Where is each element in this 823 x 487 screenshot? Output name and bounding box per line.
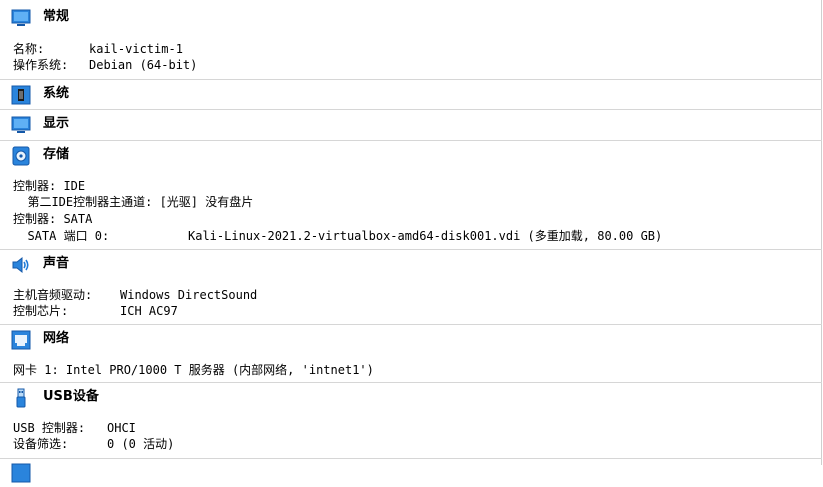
speaker-icon <box>12 256 29 274</box>
storage-ide-secondary-master: 第二IDE控制器主通道: [光驱] 没有盘片 <box>13 195 254 209</box>
section-header-next-cut[interactable] <box>0 458 822 487</box>
section-title-system: 系统 <box>43 86 70 101</box>
storage-ctrl-sata: 控制器: SATA <box>13 212 93 226</box>
usb-filter-label: 设备筛选: <box>13 437 69 451</box>
usb-filter-value: 0 (0 活动) <box>107 437 175 451</box>
general-name-label: 名称: <box>13 42 45 56</box>
network-adapter-1: 网卡 1: Intel PRO/1000 T 服务器 (内部网络, 'intne… <box>13 363 374 377</box>
usb-ctrl-value: OHCI <box>107 421 136 435</box>
audio-chip-value: ICH AC97 <box>120 304 178 318</box>
general-name-value: kail-victim-1 <box>89 42 183 56</box>
section-title-general: 常规 <box>43 9 70 24</box>
audio-driver-row: 主机音频驱动: Windows DirectSound <box>13 288 257 303</box>
section-header-general[interactable]: 常规 <box>0 3 822 32</box>
usb-ctrl-row: USB 控制器: OHCI <box>13 421 136 436</box>
section-title-audio: 声音 <box>43 256 70 271</box>
monitor-icon <box>11 9 31 26</box>
section-header-network[interactable]: 网络 <box>0 324 822 353</box>
audio-chip-label: 控制芯片: <box>13 304 69 318</box>
usb-ctrl-label: USB 控制器: <box>13 421 86 435</box>
audio-driver-label: 主机音频驱动: <box>13 288 93 302</box>
section-header-usb[interactable]: USB设备 <box>0 382 822 411</box>
section-title-storage: 存储 <box>43 147 70 162</box>
monitor-icon <box>11 116 31 133</box>
storage-sata-port-label: SATA 端口 0: <box>13 229 110 243</box>
section-title-network: 网络 <box>43 331 70 346</box>
disk-icon <box>12 146 30 166</box>
network-icon <box>11 330 31 350</box>
section-title-display: 显示 <box>43 116 70 131</box>
section-header-audio[interactable]: 声音 <box>0 249 822 278</box>
general-name-row: 名称: kail-victim-1 <box>13 42 183 57</box>
general-os-value: Debian (64-bit) <box>89 58 198 72</box>
storage-ctrl-ide: 控制器: IDE <box>13 179 86 193</box>
general-os-label: 操作系统: <box>13 58 69 72</box>
folder-icon <box>11 463 31 483</box>
usb-icon <box>16 388 26 408</box>
chip-icon <box>11 85 31 105</box>
section-header-display[interactable]: 显示 <box>0 109 822 138</box>
general-os-row: 操作系统: Debian (64-bit) <box>13 58 197 73</box>
section-header-system[interactable]: 系统 <box>0 79 822 108</box>
usb-filter-row: 设备筛选: 0 (0 活动) <box>13 437 174 452</box>
storage-sata-port-row: SATA 端口 0: Kali-Linux-2021.2-virtualbox-a… <box>13 229 662 244</box>
audio-driver-value: Windows DirectSound <box>120 288 258 302</box>
storage-sata-port-value: Kali-Linux-2021.2-virtualbox-amd64-disk0… <box>188 229 663 243</box>
section-header-storage[interactable]: 存储 <box>0 140 822 169</box>
audio-chip-row: 控制芯片: ICH AC97 <box>13 304 178 319</box>
section-title-usb: USB设备 <box>43 389 99 404</box>
